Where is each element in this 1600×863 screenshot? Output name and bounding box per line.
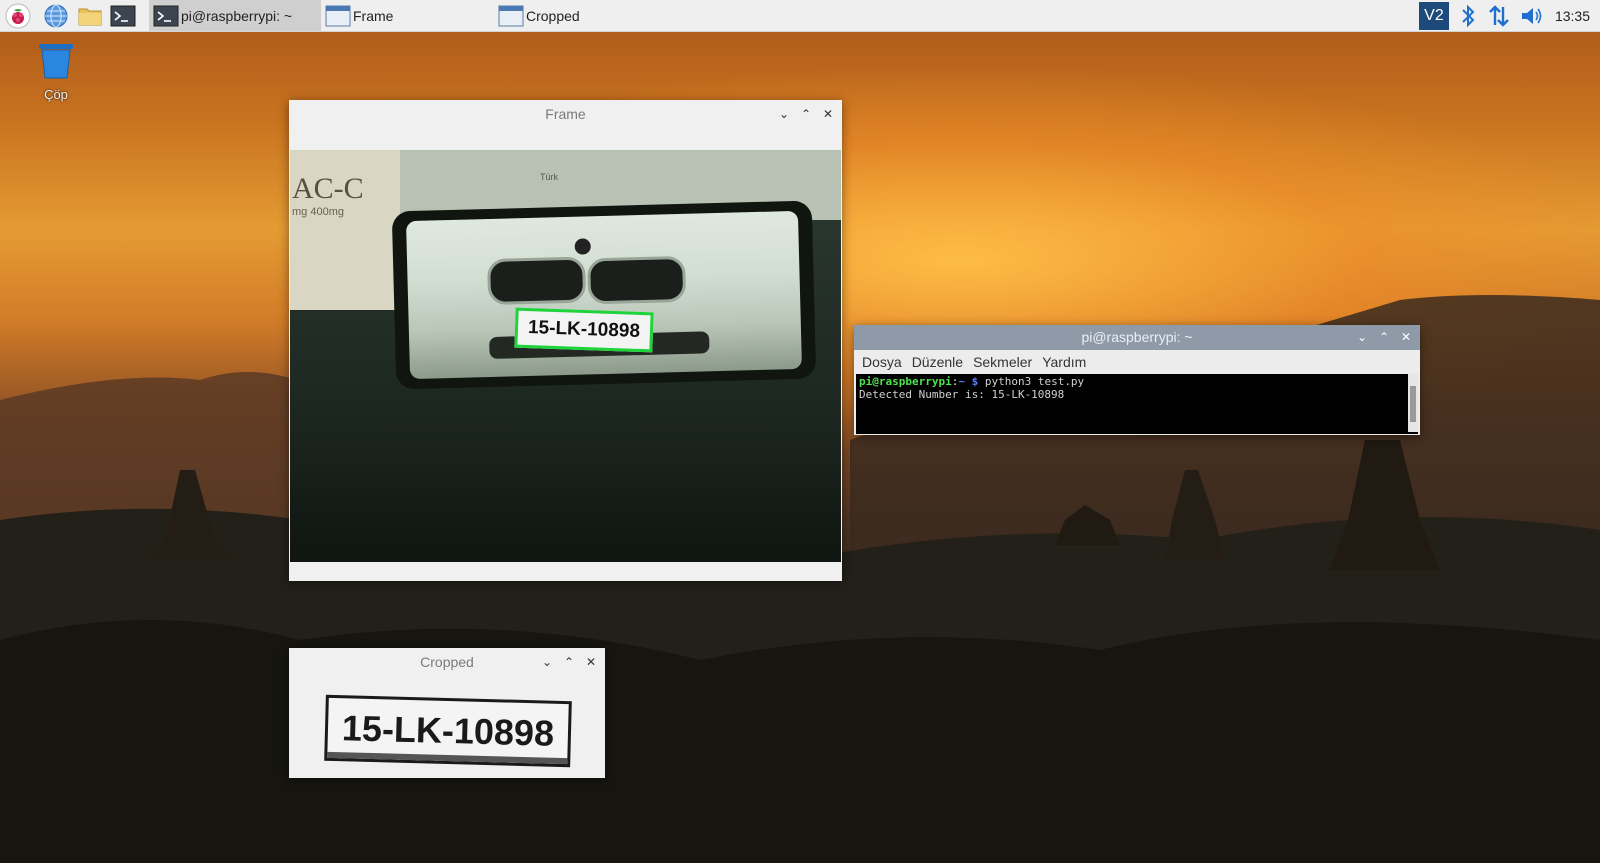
cropped-plate-image: 15-LK-10898 [324, 694, 572, 768]
minimize-button[interactable]: ⌄ [539, 654, 555, 670]
taskbar: pi@raspberrypi: ~ Frame Cropped V2 13:35 [0, 0, 1600, 32]
terminal-icon[interactable] [110, 3, 136, 29]
terminal-icon [153, 5, 179, 26]
close-button[interactable]: ✕ [583, 654, 599, 670]
cropped-plate-text: 15-LK-10898 [341, 707, 555, 754]
chevron-up-icon: ⌃ [800, 107, 812, 121]
volume-icon[interactable] [1519, 3, 1545, 29]
prompt-path: ~ $ [958, 375, 979, 388]
close-icon: ✕ [1400, 330, 1412, 344]
car-grille-right [587, 255, 687, 305]
window-icon [325, 5, 351, 26]
bluetooth-icon[interactable] [1457, 3, 1479, 29]
background-poster: AC-C mg 400mg [290, 150, 400, 310]
window-title: pi@raspberrypi: ~ [1081, 329, 1193, 345]
window-titlebar[interactable]: pi@raspberrypi: ~ ⌄ ⌃ ✕ [854, 325, 1420, 350]
menu-dosya[interactable]: Dosya [862, 354, 902, 370]
terminal-command: python3 test.py [984, 375, 1085, 388]
car-grille-left [487, 256, 587, 306]
close-button[interactable]: ✕ [1398, 330, 1414, 346]
terminal-output[interactable]: pi@raspberrypi:~ $ python3 test.py Detec… [856, 374, 1418, 434]
close-icon: ✕ [585, 655, 597, 669]
phone-screen [391, 200, 817, 390]
taskbar-task-terminal[interactable]: pi@raspberrypi: ~ [149, 0, 321, 31]
chevron-down-icon: ⌄ [778, 107, 790, 121]
chevron-up-icon: ⌃ [1378, 330, 1390, 344]
window-title: Frame [545, 106, 586, 122]
maximize-button[interactable]: ⌃ [561, 654, 577, 670]
scrollbar-thumb[interactable] [1410, 386, 1416, 422]
network-icon[interactable] [1487, 3, 1511, 29]
maximize-button[interactable]: ⌃ [798, 106, 814, 122]
box-label: Türk [540, 172, 558, 182]
taskbar-task-label: pi@raspberrypi: ~ [181, 7, 293, 24]
menu-duzenle[interactable]: Düzenle [912, 354, 963, 370]
chevron-down-icon: ⌄ [541, 655, 553, 669]
maximize-button[interactable]: ⌃ [1376, 330, 1392, 346]
taskbar-task-frame[interactable]: Frame [321, 0, 493, 31]
menu-sekmeler[interactable]: Sekmeler [973, 354, 1032, 370]
close-icon: ✕ [822, 107, 834, 121]
window-titlebar[interactable]: Frame ⌄ ⌃ ✕ [289, 100, 842, 128]
trash-icon [39, 44, 73, 79]
cropped-window: Cropped ⌄ ⌃ ✕ 15-LK-10898 [289, 648, 605, 778]
desktop-trash[interactable]: Çöp [28, 42, 84, 102]
vnc-icon[interactable]: V2 [1418, 1, 1449, 30]
taskbar-task-label: Frame [353, 7, 394, 24]
poster-text: AC-C [292, 172, 364, 205]
terminal-scrollbar[interactable] [1408, 374, 1418, 432]
plate-text: 15-LK-10898 [527, 317, 641, 342]
file-manager-icon[interactable] [77, 3, 103, 29]
frame-window: Frame ⌄ ⌃ ✕ AC-C mg 400mg Türk 15-LK-108… [289, 100, 842, 581]
system-tray: V2 13:35 [1418, 0, 1600, 31]
web-browser-icon[interactable] [43, 3, 69, 29]
poster-subtext: mg 400mg [292, 206, 344, 218]
window-title: Cropped [420, 654, 474, 670]
chevron-up-icon: ⌃ [563, 655, 575, 669]
minimize-button[interactable]: ⌄ [1354, 330, 1370, 346]
detected-plate-box: 15-LK-10898 [514, 307, 654, 353]
clock[interactable]: 13:35 [1555, 8, 1590, 24]
raspberry-menu-icon[interactable] [5, 3, 31, 29]
terminal-output-line: Detected Number is: 15-LK-10898 [859, 388, 1065, 401]
car-logo [574, 238, 591, 255]
vnc-label: V2 [1424, 6, 1444, 24]
close-button[interactable]: ✕ [820, 106, 836, 122]
chevron-down-icon: ⌄ [1356, 330, 1368, 344]
trash-label: Çöp [44, 87, 68, 102]
window-titlebar[interactable]: Cropped ⌄ ⌃ ✕ [289, 648, 605, 676]
car-image [405, 210, 803, 380]
window-icon [498, 5, 524, 26]
terminal-window: pi@raspberrypi: ~ ⌄ ⌃ ✕ Dosya Düzenle Se… [854, 325, 1420, 435]
menu-yardim[interactable]: Yardım [1042, 354, 1086, 370]
taskbar-task-label: Cropped [526, 7, 580, 24]
camera-frame-image: AC-C mg 400mg Türk [290, 150, 841, 562]
terminal-command-line: pi@raspberrypi:~ $ python3 test.py [859, 375, 1415, 388]
prompt-user: pi@raspberrypi [859, 375, 952, 388]
taskbar-task-cropped[interactable]: Cropped [494, 0, 666, 31]
minimize-button[interactable]: ⌄ [776, 106, 792, 122]
terminal-menubar: Dosya Düzenle Sekmeler Yardım [854, 350, 1420, 374]
